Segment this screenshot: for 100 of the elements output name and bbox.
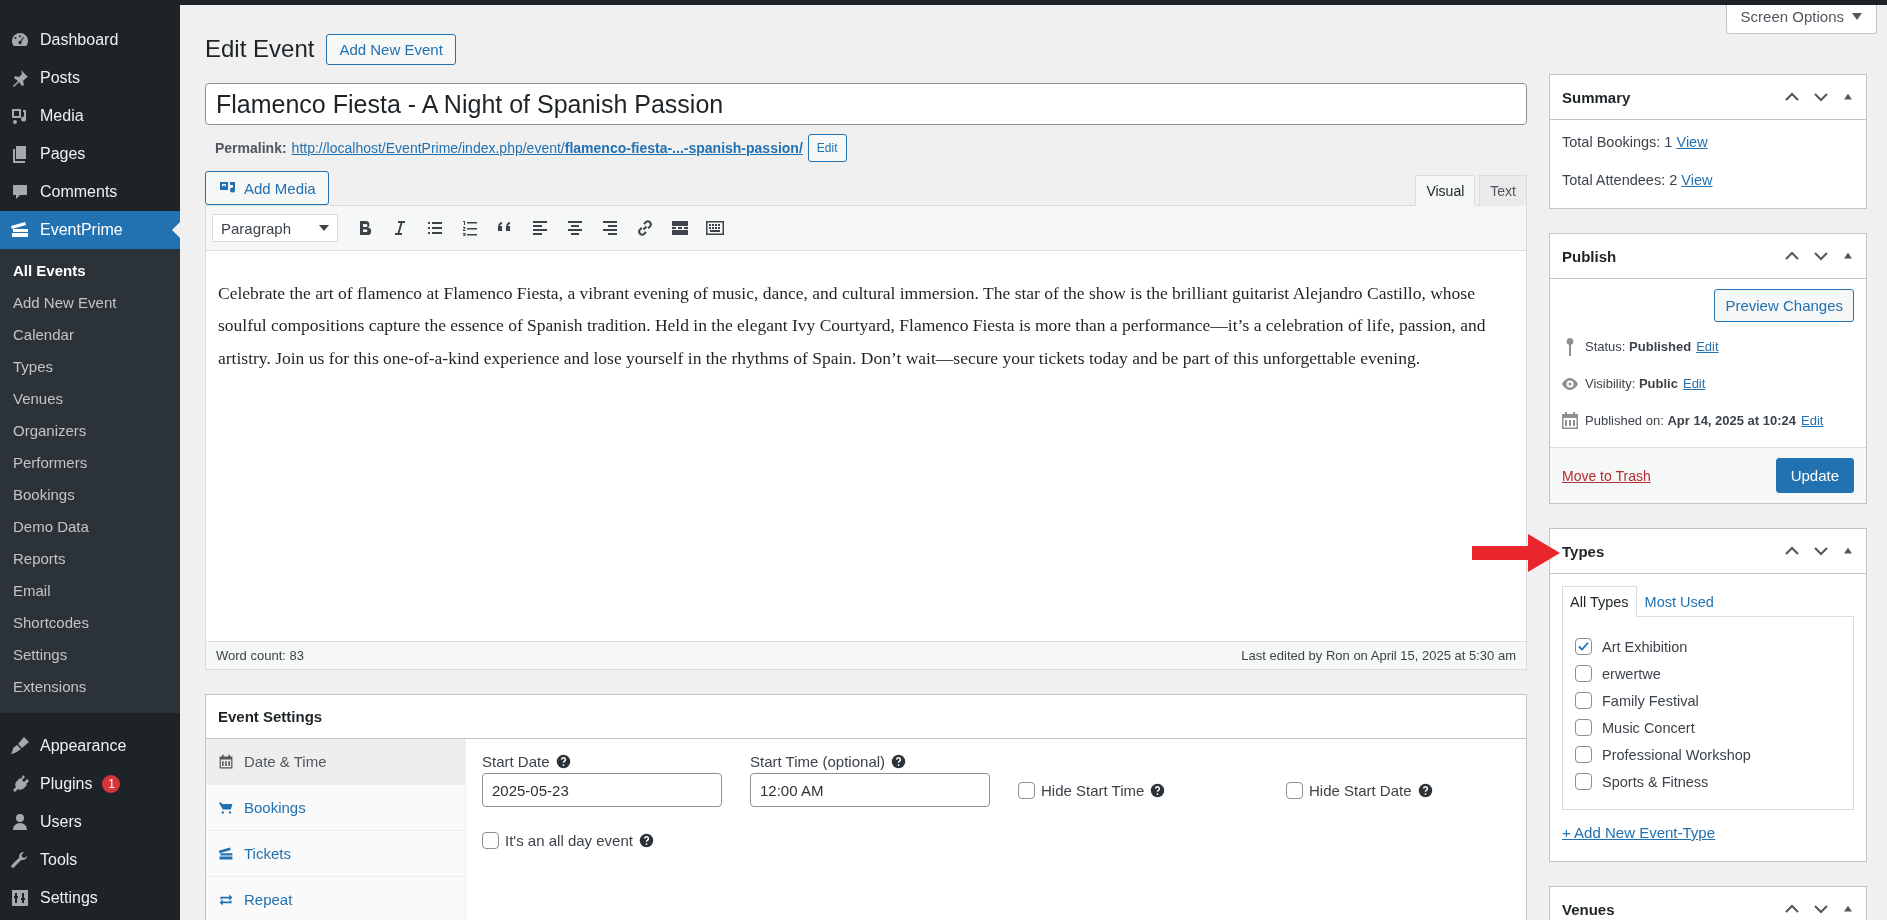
submenu-item[interactable]: Demo Data <box>0 511 180 543</box>
settings-tab-label: Bookings <box>244 799 306 816</box>
edit-link[interactable]: Edit <box>1801 413 1824 428</box>
settings-tab[interactable]: Bookings <box>206 785 465 831</box>
summary-text: Total Attendees: 2 <box>1562 172 1678 188</box>
checkbox[interactable] <box>1575 638 1592 655</box>
submenu-item[interactable]: Email <box>0 575 180 607</box>
help-icon <box>1417 782 1433 798</box>
move-to-trash-link[interactable]: Move to Trash <box>1562 467 1651 484</box>
sidebar-item[interactable]: Tools <box>0 841 180 879</box>
calendar-icon <box>218 753 234 770</box>
sidebar-item-label: Plugins <box>40 775 93 793</box>
settings-tab-label: Date & Time <box>244 753 327 770</box>
edit-link[interactable]: Edit <box>1696 339 1719 354</box>
preview-changes-button[interactable]: Preview Changes <box>1714 289 1854 322</box>
title-field[interactable]: Flamenco Fiesta - A Night of Spanish Passion <box>205 83 1527 125</box>
settings-tab[interactable]: Repeat <box>206 877 465 920</box>
sidebar-item[interactable]: Media <box>0 97 180 135</box>
sidebar-item-label: Dashboard <box>40 31 119 49</box>
checkbox[interactable] <box>1575 719 1592 736</box>
settings-tab[interactable]: Tickets <box>206 831 465 877</box>
submenu-item[interactable]: Reports <box>0 543 180 575</box>
numbered-list-icon[interactable] <box>460 218 480 238</box>
align-right-icon[interactable] <box>600 218 620 238</box>
editor-content[interactable]: Celebrate the art of flamenco at Flamenco Fiesta, a vibrant evening of music, dance, and cultural immersion. The star of the show is the brilliant guitarist Alejandro Castillo, whose soulful compositions capture the essence of Spanish tradition. Held in the elegant Ivy Courtyard, Flamenco Fiesta is more than a performance—it’s a celebration of life, passion, and artistry. Join us for this one-of-a-kind experience and lose yourself in the rhythms of Spain. Don’t wait—secure your tickets today and be part of this unforgettable evening. <box>206 251 1526 641</box>
help-icon <box>1150 782 1166 798</box>
checkbox-label: Music Concert <box>1602 719 1695 736</box>
submenu-item[interactable]: Performers <box>0 447 180 479</box>
cart-icon <box>218 799 234 816</box>
submenu-item[interactable]: Extensions <box>0 671 180 703</box>
keyboard-icon[interactable] <box>705 218 725 238</box>
sidebar-item[interactable]: Pages <box>0 135 180 173</box>
start-date-field[interactable]: 2025-05-23 <box>482 773 722 807</box>
submenu-item[interactable]: Venues <box>0 383 180 415</box>
sidebar-item-label: Settings <box>40 889 98 907</box>
submenu-item[interactable]: Bookings <box>0 479 180 511</box>
checkbox[interactable] <box>1575 692 1592 709</box>
help-icon <box>555 754 571 769</box>
checkbox[interactable] <box>1286 781 1303 799</box>
checkbox-label: Sports & Fitness <box>1602 773 1709 790</box>
panel-title: Types <box>1562 542 1605 560</box>
sidebar-item-label: Tools <box>40 851 78 869</box>
sidebar-item[interactable]: Users <box>0 803 180 841</box>
publish-info: Published on: Apr 14, 2025 at 10:24 <box>1585 413 1797 428</box>
checkbox-label: Art Exhibition <box>1602 638 1688 655</box>
editor-tab[interactable]: Visual <box>1415 175 1476 206</box>
sidebar-item[interactable]: Settings <box>0 879 180 917</box>
permalink-link[interactable]: http://localhost/EventPrime/index.php/event/flamenco-fiesta-...-spanish-passion/ <box>291 140 803 156</box>
view-link[interactable]: View <box>1676 134 1708 150</box>
submenu-item[interactable]: Types <box>0 351 180 383</box>
calendar-icon <box>1560 410 1580 431</box>
field-label: Start Date <box>482 753 550 770</box>
add-new-event-type-link[interactable]: + Add New Event-Type <box>1562 824 1715 841</box>
types-tab[interactable]: Most Used <box>1636 586 1722 617</box>
update-button[interactable]: Update <box>1775 458 1854 493</box>
panel-title: Venues <box>1562 900 1615 918</box>
sidebar-item[interactable]: Comments <box>0 173 180 211</box>
publish-info: Visibility: Public <box>1585 376 1678 391</box>
settings-tab[interactable]: Date & Time <box>206 739 465 785</box>
submenu-item[interactable]: Calendar <box>0 319 180 351</box>
submenu-item[interactable]: All Events <box>0 255 180 287</box>
checkbox[interactable] <box>1575 746 1592 763</box>
submenu-item[interactable]: Add New Event <box>0 287 180 319</box>
help-icon <box>638 832 654 848</box>
editor-tab[interactable]: Text <box>1479 175 1527 206</box>
add-new-event-button[interactable]: Add New Event <box>326 33 456 65</box>
align-center-icon[interactable] <box>565 218 585 238</box>
submenu-item[interactable]: Shortcodes <box>0 607 180 639</box>
field-label: Start Time (optional) <box>750 753 886 770</box>
edit-permalink-button[interactable]: Edit <box>807 134 847 162</box>
view-link[interactable]: View <box>1681 172 1713 188</box>
sidebar-item[interactable]: Plugins 1 <box>0 765 180 803</box>
submenu-item[interactable]: Settings <box>0 639 180 671</box>
read-more-icon[interactable] <box>670 218 690 238</box>
add-media-button[interactable]: Add Media <box>205 171 329 205</box>
sidebar-item[interactable]: Appearance <box>0 727 180 765</box>
permalink-label: Permalink: <box>215 140 287 156</box>
panel-title: Summary <box>1562 88 1631 106</box>
checkbox[interactable] <box>482 831 499 849</box>
sidebar-item-label: Appearance <box>40 737 127 755</box>
checkbox[interactable] <box>1575 773 1592 790</box>
format-dropdown-value: Paragraph <box>221 219 292 237</box>
sidebar-item[interactable]: EventPrime <box>0 211 180 249</box>
checkbox[interactable] <box>1018 781 1035 799</box>
sidebar-item[interactable]: Dashboard <box>0 21 180 59</box>
screen-options-button[interactable]: Screen Options <box>1725 5 1877 34</box>
format-dropdown[interactable]: Paragraph <box>212 214 338 242</box>
sidebar-item-label: Media <box>40 107 84 125</box>
user-icon <box>10 812 30 832</box>
tickets-icon <box>218 845 234 862</box>
align-left-icon[interactable] <box>530 218 550 238</box>
start-time-field[interactable]: 12:00 AM <box>750 773 990 807</box>
submenu-item[interactable]: Organizers <box>0 415 180 447</box>
types-tab[interactable]: All Types <box>1562 586 1637 617</box>
checkbox-label: Family Festival <box>1602 692 1699 709</box>
sidebar-item[interactable]: Posts <box>0 59 180 97</box>
edit-link[interactable]: Edit <box>1682 376 1706 391</box>
checkbox[interactable] <box>1575 665 1592 682</box>
paintbrush-icon <box>10 736 30 756</box>
link-icon[interactable] <box>635 218 655 238</box>
